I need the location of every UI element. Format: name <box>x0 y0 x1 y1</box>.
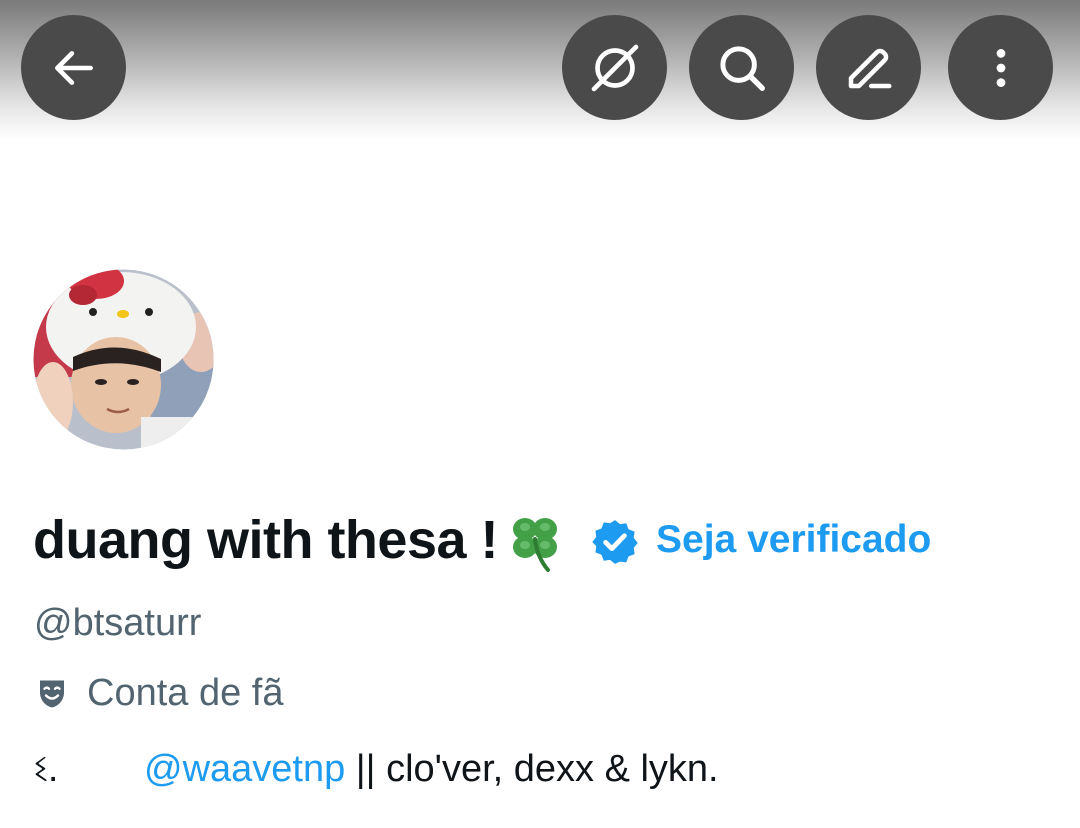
get-verified-link[interactable]: Seja verificado <box>656 518 931 562</box>
grok-button[interactable] <box>562 15 667 120</box>
pencil-icon <box>848 48 891 88</box>
search-button[interactable] <box>689 15 794 120</box>
avatar-photo <box>31 267 216 452</box>
more-options-button[interactable] <box>948 15 1053 120</box>
profile-page: duang with thesa ! Seja verificado @btsa… <box>0 0 1080 828</box>
theater-masks-icon <box>40 680 64 707</box>
back-button[interactable] <box>21 15 126 120</box>
more-vertical-icon <box>996 48 1005 87</box>
bio-text: || clo'ver, dexx & lykn. <box>345 748 719 790</box>
display-name-row: duang with thesa ! Seja verificado <box>33 500 931 580</box>
edit-button[interactable] <box>816 15 921 120</box>
four-leaf-clover-emoji <box>513 518 558 572</box>
arrow-left-icon <box>54 50 93 85</box>
username-handle: @btsaturr <box>34 602 202 644</box>
display-name: duang with thesa ! <box>33 510 499 570</box>
bio: ଽ. @waavetnp || clo'ver, dexx & lykn. <box>34 748 719 791</box>
category-label: Conta de fã <box>87 672 284 714</box>
avatar[interactable] <box>31 267 216 452</box>
professional-category: Conta de fã <box>34 672 283 715</box>
search-icon <box>719 45 765 91</box>
verified-badge-icon <box>592 520 638 564</box>
bio-prefix: ଽ. <box>34 748 59 790</box>
grok-icon <box>591 44 638 91</box>
bio-mention-link[interactable]: @waavetnp <box>144 748 345 790</box>
